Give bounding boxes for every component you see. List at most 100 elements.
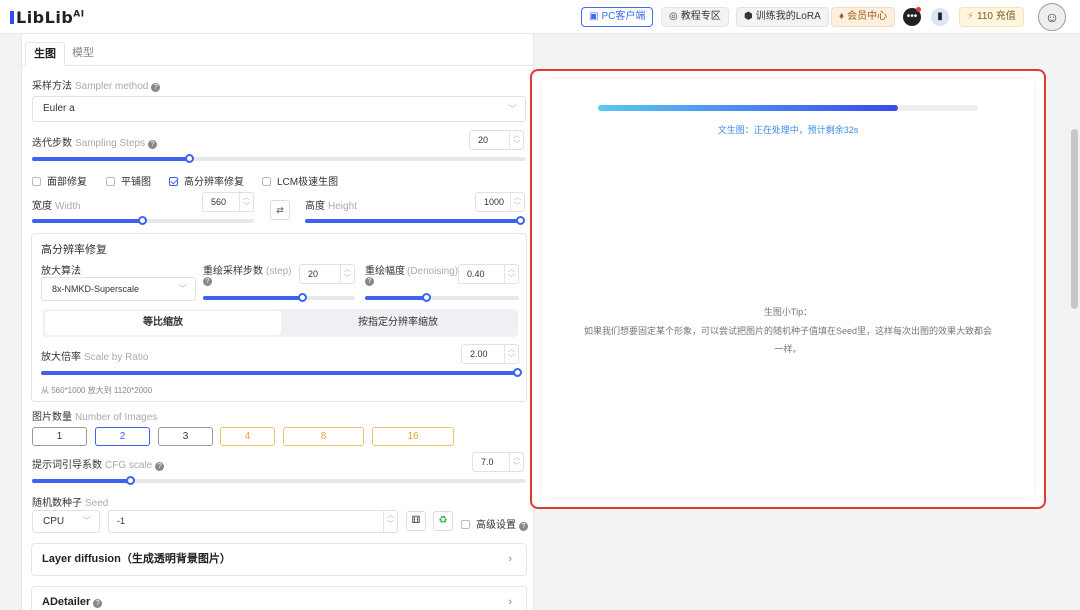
logo-mark-icon <box>10 11 14 24</box>
slider-handle[interactable] <box>516 216 525 225</box>
image-count-option-8[interactable]: 8 <box>283 427 364 446</box>
hires-fix-title: 高分辨率修复 <box>41 244 107 256</box>
train-lora-button[interactable]: ⬢ 训练我的LoRA <box>736 7 829 27</box>
recycle-icon: ♻ <box>438 515 448 526</box>
sampling-steps-slider[interactable] <box>32 154 526 163</box>
dice-icon: ⚅ <box>411 515 421 526</box>
chevron-right-icon: › <box>508 596 512 608</box>
seed-input[interactable]: -1 ︿ ﹀ <box>108 510 398 533</box>
tiling-checkbox[interactable]: 平铺图 <box>106 173 151 188</box>
liblib-logo[interactable]: LibLibAI <box>10 8 85 27</box>
hires-steps-input[interactable]: 20 ︿ ﹀ <box>299 264 355 284</box>
height-input[interactable]: 1000 ︿ ﹀ <box>475 192 525 212</box>
sampler-select[interactable]: Euler a ﹀ <box>32 96 526 122</box>
stepper-icon[interactable]: ︿ ﹀ <box>509 453 523 471</box>
tutorial-button[interactable]: ◎ 教程专区 <box>661 7 729 27</box>
stepper-icon[interactable]: ︿ ﹀ <box>239 193 253 211</box>
slider-handle[interactable] <box>298 293 308 302</box>
face-fix-checkbox[interactable]: 面部修复 <box>32 173 87 188</box>
notification-dot <box>916 7 921 12</box>
seed-label: 随机数种子 Seed <box>32 498 109 509</box>
stepper-icon[interactable]: ︿ ﹀ <box>509 131 523 149</box>
width-label: 宽度 Width <box>32 201 81 212</box>
top-navbar: LibLibAI ▣ PC客户端 ◎ 教程专区 ⬢ 训练我的LoRA ♦ 会员中心 ••… <box>0 0 1080 34</box>
width-input[interactable]: 560 ︿ ﹀ <box>202 192 254 212</box>
upscaler-label: 放大算法 <box>41 266 81 277</box>
checkbox-icon <box>32 177 41 186</box>
cube-icon: ⬢ <box>744 11 753 22</box>
document-icon[interactable]: ▮ <box>931 8 949 26</box>
generation-progress-bar <box>598 105 978 111</box>
chevron-down-icon: ﹀ <box>81 516 91 526</box>
cfg-scale-slider[interactable] <box>32 476 526 485</box>
hires-steps-help: ? <box>203 275 212 286</box>
lcm-checkbox[interactable]: LCM极速生图 <box>262 173 338 188</box>
help-icon[interactable]: ? <box>519 522 528 531</box>
dice-button[interactable]: ⚅ <box>406 511 426 531</box>
lightning-icon: ⚡ <box>967 11 975 22</box>
stepper-icon[interactable]: ︿ ﹀ <box>510 193 524 211</box>
slider-handle[interactable] <box>138 216 147 225</box>
progress-fill <box>598 105 899 111</box>
stepper-icon[interactable]: ︿ ﹀ <box>504 265 518 283</box>
checkbox-icon <box>106 177 115 186</box>
upscaler-select[interactable]: 8x-NMKD-Superscale ﹀ <box>41 277 196 301</box>
tab-model[interactable]: 模型 <box>64 42 102 66</box>
scale-by-ratio-option[interactable]: 等比缩放 <box>45 311 281 335</box>
scale-by-resolution-option[interactable]: 按指定分辨率缩放 <box>280 311 516 335</box>
seed-device-select[interactable]: CPU ﹀ <box>32 510 100 533</box>
image-count-option-4[interactable]: 4 <box>220 427 275 446</box>
help-icon[interactable]: ? <box>151 83 161 92</box>
user-avatar[interactable]: ☺ <box>1038 3 1066 31</box>
help-icon[interactable]: ? <box>203 277 212 286</box>
denoising-input[interactable]: 0.40 ︿ ﹀ <box>458 264 519 284</box>
cfg-scale-input[interactable]: 7.0 ︿ ﹀ <box>472 452 524 472</box>
swap-dimensions-button[interactable]: ⇄ <box>270 200 290 220</box>
image-count-option-2[interactable]: 2 <box>95 427 150 446</box>
mode-tabs: 生图 模型 <box>22 42 535 66</box>
palette-icon: ◎ <box>669 11 678 22</box>
sampling-steps-input[interactable]: 20 ︿ ﹀ <box>469 130 524 150</box>
scale-ratio-slider[interactable] <box>41 368 522 377</box>
help-icon[interactable]: ? <box>155 462 165 471</box>
image-count-option-3[interactable]: 3 <box>158 427 213 446</box>
coins-recharge-button[interactable]: ⚡ 110 充值 <box>959 7 1024 27</box>
stepper-icon[interactable]: ︿ ﹀ <box>504 345 518 363</box>
slider-handle[interactable] <box>185 154 195 163</box>
recycle-button[interactable]: ♻ <box>433 511 453 531</box>
width-slider[interactable] <box>32 216 254 225</box>
hires-fix-checkbox[interactable]: 高分辨率修复 <box>169 173 244 188</box>
checkbox-checked-icon <box>169 177 178 186</box>
help-icon[interactable]: ? <box>93 599 103 608</box>
tip-body: 如果我们想要固定某个形象，可以尝试把图片的随机种子值填在Seed里，这样每次出图… <box>583 326 993 354</box>
denoising-slider[interactable] <box>365 293 519 302</box>
vip-center-button[interactable]: ♦ 会员中心 <box>831 7 896 27</box>
help-icon[interactable]: ? <box>148 140 158 149</box>
chevron-down-icon: ﹀ <box>507 104 517 114</box>
tab-generate[interactable]: 生图 <box>25 42 65 66</box>
layer-diffusion-accordion[interactable]: Layer diffusion（生成透明背景图片） › <box>31 543 527 576</box>
scrollbar-thumb[interactable] <box>1071 129 1078 309</box>
height-slider[interactable] <box>305 216 525 225</box>
checkbox-icon <box>262 177 271 186</box>
slider-handle[interactable] <box>513 368 522 377</box>
hires-fix-section: 高分辨率修复 放大算法 8x-NMKD-Superscale ﹀ 重绘采样步数 (s… <box>31 233 527 402</box>
help-icon[interactable]: ? <box>365 277 374 286</box>
sampler-label: 采样方法 Sampler method? <box>32 77 161 92</box>
stepper-icon[interactable]: ︿ ﹀ <box>383 511 397 532</box>
hires-steps-slider[interactable] <box>203 293 355 302</box>
output-highlight-frame: 文生图：正在处理中，预计剩余32s 生图小Tip： 如果我们想要固定某个形象，可… <box>530 69 1046 509</box>
page-scrollbar[interactable] <box>1068 34 1080 610</box>
image-count-option-1[interactable]: 1 <box>32 427 87 446</box>
adetailer-accordion[interactable]: ADetailer? › <box>31 586 527 610</box>
scale-ratio-input[interactable]: 2.00 ︿ ﹀ <box>461 344 519 364</box>
slider-handle[interactable] <box>421 293 431 302</box>
image-count-option-16[interactable]: 16 <box>372 427 454 446</box>
slider-handle[interactable] <box>125 476 135 485</box>
chevron-right-icon: › <box>508 553 512 565</box>
diamond-icon: ♦ <box>839 11 845 22</box>
advanced-settings-checkbox[interactable]: 高级设置? <box>461 516 528 531</box>
height-label: 高度 Height <box>305 201 357 212</box>
stepper-icon[interactable]: ︿ ﹀ <box>340 265 354 283</box>
pc-client-button[interactable]: ▣ PC客户端 <box>581 7 654 27</box>
